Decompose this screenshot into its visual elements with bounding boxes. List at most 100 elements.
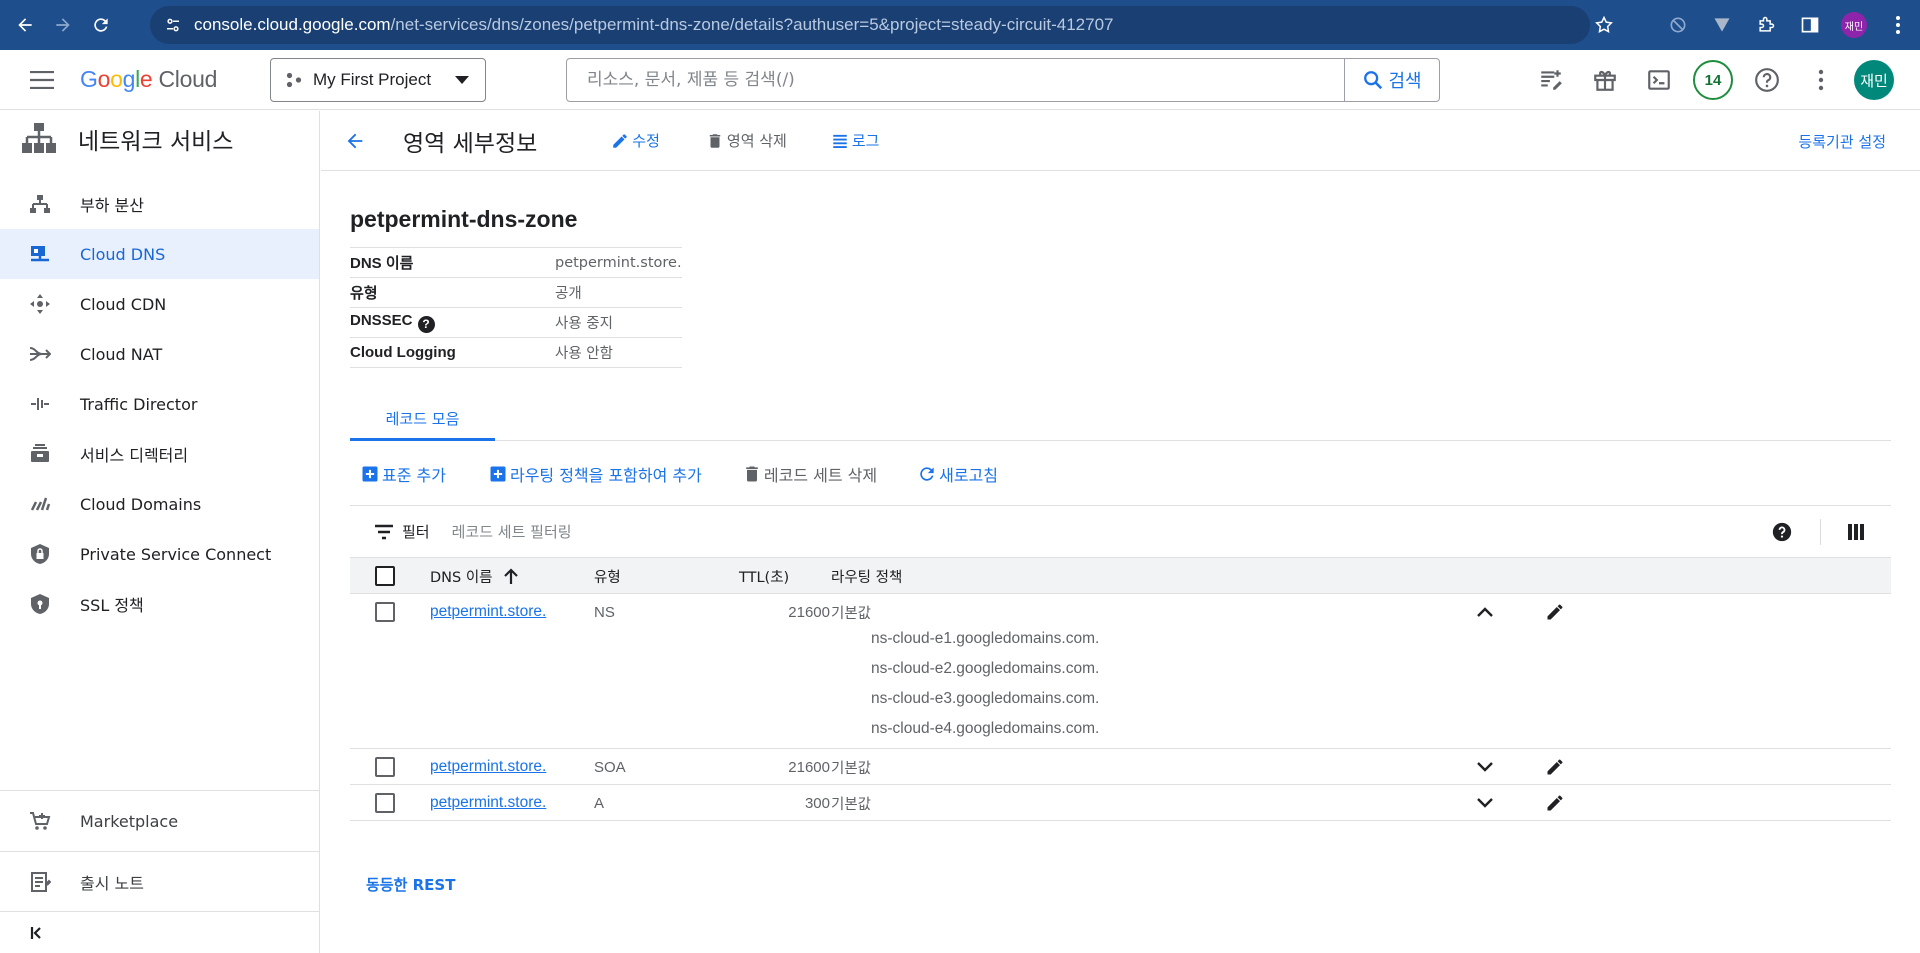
delete-zone-button[interactable]: 영역 삭제 (706, 130, 787, 151)
side-panel-icon[interactable] (1788, 0, 1832, 50)
collapse-chevron-up-icon[interactable] (1476, 594, 1494, 630)
logs-button[interactable]: 로그 (831, 130, 879, 151)
column-header-ttl[interactable]: TTL(초) (739, 558, 789, 594)
address-bar[interactable]: console.cloud.google.com/net-services/dn… (150, 6, 1590, 44)
extensions-puzzle-icon[interactable] (1744, 0, 1788, 50)
search-button[interactable]: 검색 (1344, 59, 1439, 101)
browser-reload-icon[interactable] (82, 6, 120, 44)
registrar-setup-link[interactable]: 등록기관 설정 (1798, 131, 1886, 152)
zone-info-table: DNS 이름 petpermint.store. 유형 공개 DNSSEC? 사… (350, 247, 682, 368)
url-text: console.cloud.google.com/net-services/dn… (194, 15, 1113, 35)
row-checkbox-cell (375, 749, 395, 785)
notes-icon[interactable] (1524, 50, 1578, 110)
column-header-type[interactable]: 유형 (594, 558, 621, 594)
sidebar-item-ssl-policy[interactable]: SSL 정책 (0, 579, 319, 629)
record-dns-name-link[interactable]: petpermint.store. (430, 603, 546, 621)
more-options-icon[interactable] (1794, 50, 1848, 110)
table-header: DNS 이름 유형 TTL(초) 라우팅 정책 (350, 557, 1891, 594)
extension-v-icon[interactable] (1700, 0, 1744, 50)
row-checkbox[interactable] (375, 757, 395, 777)
record-toolbar: 표준 추가 라우팅 정책을 포함하여 추가 레코드 세트 삭제 새로고침 (350, 453, 1040, 495)
dns-name-header-label: DNS 이름 (430, 569, 493, 586)
search-button-label: 검색 (1388, 71, 1422, 92)
sidebar-item-marketplace[interactable]: Marketplace (0, 791, 320, 851)
table-row: petpermint.store. A 300 기본값 (350, 785, 1891, 821)
sidebar-item-cloud-dns[interactable]: Cloud DNS (0, 229, 319, 279)
table-help-icon[interactable] (1772, 522, 1792, 542)
edit-record-pencil-icon[interactable] (1545, 594, 1565, 630)
sidebar-item-release-notes[interactable]: 출시 노트 (0, 852, 320, 912)
hamburger-menu-icon[interactable] (20, 58, 64, 102)
browser-back-icon[interactable] (6, 6, 44, 44)
sidebar-item-load-balancing[interactable]: 부하 분산 (0, 179, 319, 229)
filter-button[interactable]: 필터 (374, 521, 430, 542)
extension-sync-icon[interactable] (1656, 0, 1700, 50)
row-checkbox-cell (375, 785, 395, 821)
sidebar-item-label: Cloud CDN (80, 294, 167, 314)
sidebar-item-cloud-nat[interactable]: Cloud NAT (0, 329, 319, 379)
collapse-sidebar-icon[interactable] (30, 925, 46, 941)
notifications-badge[interactable]: 14 (1686, 50, 1740, 110)
equivalent-rest-link[interactable]: 동등한 REST (366, 874, 455, 895)
cloud-logging-label: Cloud Logging (350, 337, 555, 368)
profile-avatar[interactable]: 재민 (1832, 0, 1876, 50)
column-header-routing-policy[interactable]: 라우팅 정책 (831, 558, 902, 594)
expand-chevron-down-icon[interactable] (1476, 749, 1494, 785)
sidebar-item-label: 출시 노트 (80, 874, 144, 893)
edit-zone-button[interactable]: 수정 (611, 130, 660, 151)
project-picker-button[interactable]: My First Project (270, 58, 486, 102)
gift-icon[interactable] (1578, 50, 1632, 110)
bookmark-star-icon[interactable] (1582, 0, 1626, 50)
record-dns-name-link[interactable]: petpermint.store. (430, 794, 546, 812)
edit-record-pencil-icon[interactable] (1545, 749, 1565, 785)
console-header: Google Cloud My First Project 검색 14 (0, 50, 1920, 110)
load-balancing-icon (28, 192, 52, 216)
add-with-routing-button[interactable]: 라우팅 정책을 포함하여 추가 (488, 462, 702, 486)
sidebar-item-cloud-cdn[interactable]: Cloud CDN (0, 279, 319, 329)
dns-name-value: petpermint.store. (555, 247, 682, 278)
table-row: petpermint.store. NS 21600 기본값 ns-cloud-… (350, 594, 1891, 749)
help-icon[interactable] (1740, 50, 1794, 110)
sidebar-item-cloud-domains[interactable]: Cloud Domains (0, 479, 319, 529)
sidebar-item-label: 부하 분산 (80, 196, 144, 215)
pencil-icon (613, 133, 628, 148)
user-avatar[interactable]: 재민 (1854, 60, 1894, 100)
tab-record-sets[interactable]: 레코드 모음 (350, 399, 495, 441)
row-checkbox[interactable] (375, 602, 395, 622)
filter-input[interactable] (451, 522, 852, 541)
row-checkbox[interactable] (375, 793, 395, 813)
search-input[interactable] (567, 60, 1344, 100)
url-path: /net-services/dns/zones/petpermint-dns-z… (390, 15, 1114, 34)
dnssec-help-icon[interactable]: ? (417, 315, 435, 333)
back-arrow-icon[interactable] (335, 121, 375, 161)
google-cloud-logo[interactable]: Google Cloud (80, 66, 217, 93)
edit-record-pencil-icon[interactable] (1545, 785, 1565, 821)
record-dns-name-link[interactable]: petpermint.store. (430, 758, 546, 776)
marketplace-icon (28, 809, 52, 833)
sidebar-item-traffic-director[interactable]: Traffic Director (0, 379, 319, 429)
record-type: NS (594, 603, 615, 621)
refresh-button[interactable]: 새로고침 (917, 462, 998, 486)
sidebar-bottom-notes: 출시 노트 (0, 851, 320, 912)
record-data-list: ns-cloud-e1.googledomains.com. ns-cloud-… (871, 624, 1099, 744)
delete-record-sets-button[interactable]: 레코드 세트 삭제 (742, 462, 877, 486)
cloud-shell-icon[interactable] (1632, 50, 1686, 110)
column-header-dns-name[interactable]: DNS 이름 (430, 558, 519, 594)
sidebar-item-service-directory[interactable]: 서비스 디렉터리 (0, 429, 319, 479)
expand-chevron-down-icon[interactable] (1476, 785, 1494, 821)
add-standard-button[interactable]: 표준 추가 (360, 462, 446, 486)
delete-record-sets-label: 레코드 세트 삭제 (763, 466, 878, 485)
project-icon (285, 71, 303, 89)
sidebar-item-label: Cloud NAT (80, 344, 163, 364)
record-routing-policy: 기본값 (831, 760, 872, 777)
toolbar-divider (1820, 519, 1821, 545)
site-info-icon[interactable] (164, 16, 182, 34)
browser-menu-icon[interactable] (1876, 0, 1920, 50)
record-routing-policy: 기본값 (831, 605, 872, 622)
column-display-icon[interactable] (1847, 523, 1865, 541)
sort-arrow-up-icon[interactable] (503, 567, 519, 585)
browser-forward-icon[interactable] (44, 6, 82, 44)
dnssec-label-cell: DNSSEC? (350, 307, 555, 338)
sidebar-item-private-service-connect[interactable]: Private Service Connect (0, 529, 319, 579)
select-all-checkbox[interactable] (375, 566, 395, 586)
